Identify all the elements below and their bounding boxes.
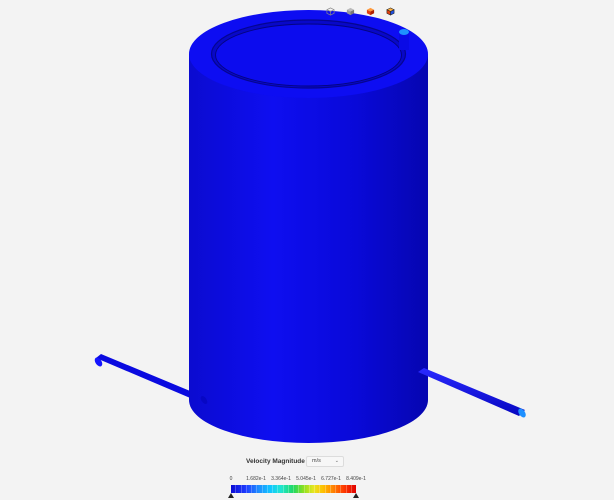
wireframe-cube-icon (326, 6, 334, 16)
view-toolbar (321, 3, 399, 19)
tank-top-rim (189, 10, 428, 98)
outlet-pipe-top (399, 29, 409, 50)
colored-edges-view-button[interactable] (381, 3, 399, 19)
legend-title: Velocity Magnitude (246, 458, 305, 465)
solid-view-button[interactable] (341, 3, 359, 19)
tank-body (189, 54, 428, 443)
chevron-down-icon: ⌄ (334, 458, 339, 464)
simulation-scene[interactable] (0, 0, 614, 452)
colored-view-button[interactable] (361, 3, 379, 19)
unit-dropdown[interactable]: m/s ⌄ (306, 456, 344, 467)
tick-label: 1.682e-1 (246, 476, 266, 482)
wireframe-view-button[interactable] (321, 3, 339, 19)
tick-label: 8.409e-1 (346, 476, 366, 482)
tick-label: 5.045e-1 (296, 476, 316, 482)
tick-label: 3.364e-1 (271, 476, 291, 482)
outlet-pipe-right (418, 368, 526, 418)
colorbar[interactable] (231, 485, 356, 493)
tick-label: 6.727e-1 (321, 476, 341, 482)
result-legend: Velocity Magnitude i m/s ⌄ 0 1.682e-1 3.… (0, 452, 614, 500)
colorbar-min-handle[interactable] (228, 493, 234, 498)
solid-cube-icon (346, 7, 354, 15)
colorbar-tick-labels: 0 1.682e-1 3.364e-1 5.045e-1 6.727e-1 8.… (0, 476, 614, 484)
3d-viewport[interactable] (0, 0, 614, 500)
tick-label: 0 (229, 476, 233, 482)
colored-cube-icon (366, 7, 374, 15)
colorbar-max-handle[interactable] (353, 493, 359, 498)
unit-value: m/s (312, 458, 321, 464)
colorbar-segments (231, 485, 356, 493)
colored-cube-edges-icon (385, 7, 395, 16)
